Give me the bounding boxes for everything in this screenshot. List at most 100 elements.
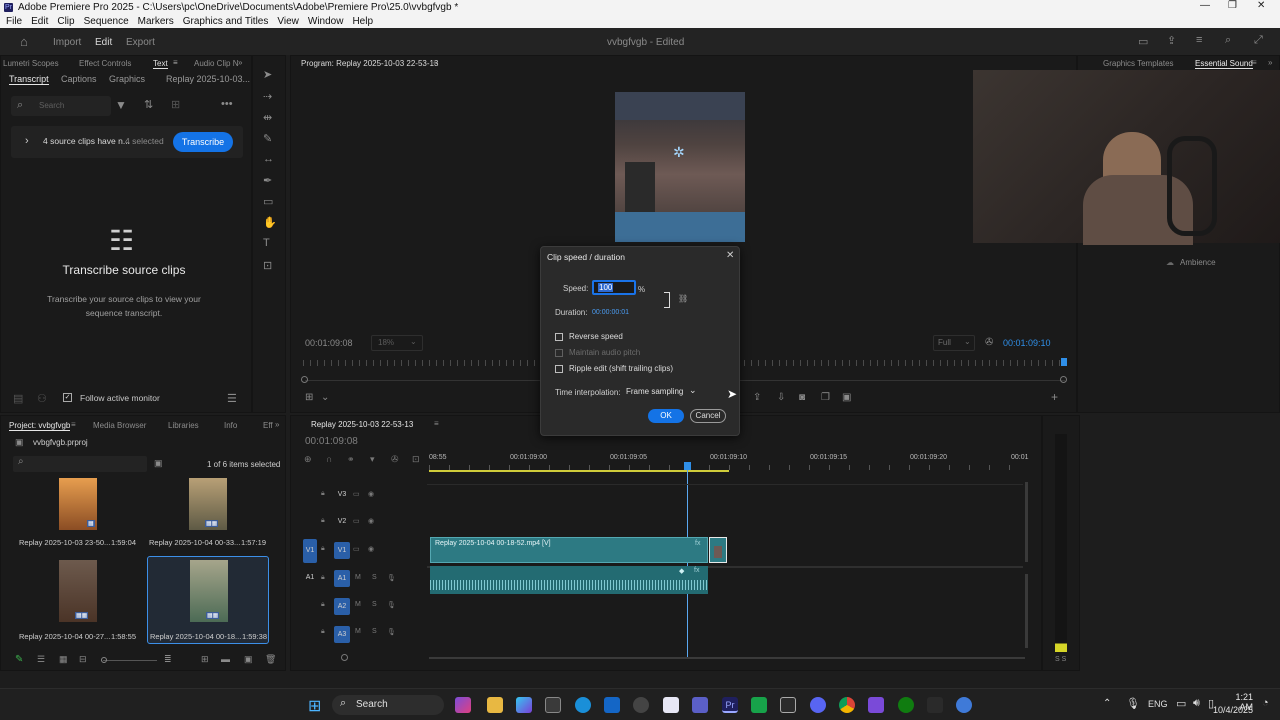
ambience-label[interactable]: Ambience	[1180, 258, 1216, 267]
tab-export[interactable]: Export	[126, 37, 155, 48]
pencil-icon[interactable]: ✎	[15, 654, 23, 665]
link-icon[interactable]: ⛓	[678, 294, 688, 303]
taskbar-search[interactable]: ⌕ Search	[332, 695, 444, 715]
solo-icon[interactable]: S	[372, 628, 377, 635]
sync-lock-icon[interactable]: ▭	[353, 545, 360, 553]
menu-view[interactable]: View	[277, 16, 299, 27]
maintain-pitch-checkbox[interactable]	[555, 348, 563, 357]
reverse-speed-checkbox[interactable]	[555, 332, 563, 341]
more-tabs-icon[interactable]: »	[275, 420, 279, 429]
lock-icon[interactable]: 🔒︎	[321, 517, 325, 525]
automate-icon[interactable]: ⊞	[201, 654, 209, 665]
follow-monitor-checkbox[interactable]: ✓	[63, 393, 72, 402]
project-item[interactable]: ▦ Replay 2025-10-03 23-50... 1:59:04	[19, 478, 137, 548]
find-icon[interactable]: ▬	[221, 654, 230, 664]
interp-select[interactable]: Frame sampling ⌄	[623, 384, 701, 399]
settings-icon[interactable]: ▣	[842, 392, 851, 403]
lock-icon[interactable]: 🔒︎	[321, 545, 325, 553]
discord-icon[interactable]	[810, 697, 826, 713]
razor-icon[interactable]: ✎	[263, 132, 272, 145]
filter-icon[interactable]: ▼	[115, 98, 127, 112]
track-a2[interactable]: A2	[334, 598, 350, 615]
slip-tool-icon[interactable]: ↔	[263, 153, 274, 165]
type-tool-icon[interactable]: T	[263, 237, 270, 249]
menu-markers[interactable]: Markers	[138, 16, 174, 27]
stack-icon[interactable]: ▤	[13, 392, 23, 405]
track-v2[interactable]: V2	[335, 516, 349, 528]
lock-icon[interactable]: 🔒︎	[321, 628, 325, 636]
hand-icon[interactable]: ✋	[263, 216, 277, 229]
rectangle-icon[interactable]: ▭	[263, 195, 273, 208]
mute-icon[interactable]: M	[355, 601, 361, 608]
zoom-bar-left-handle[interactable]	[301, 376, 308, 383]
network-icon[interactable]: ▭	[1176, 697, 1186, 710]
eye-icon[interactable]: ◉	[368, 517, 374, 525]
new-bin-icon[interactable]: ▣	[154, 458, 163, 469]
tab-edit[interactable]: Edit	[95, 37, 112, 48]
sort-icon[interactable]: ≣	[164, 654, 172, 665]
track-select-icon[interactable]: ⇢	[263, 90, 272, 103]
mic-tray-icon[interactable]: 🎙︎	[1126, 697, 1140, 710]
eye-icon[interactable]: ◉	[368, 490, 374, 498]
outlook-icon[interactable]	[604, 697, 620, 713]
ripple-edit-option[interactable]: Ripple edit (shift trailing clips)	[555, 364, 673, 373]
track-a1[interactable]: A1	[334, 570, 350, 587]
tab-libraries[interactable]: Libraries	[168, 421, 199, 430]
new-item-icon[interactable]: ▣	[244, 654, 253, 665]
lock-icon[interactable]: 🔒︎	[321, 490, 325, 498]
panel-menu-icon[interactable]: ≡	[173, 58, 178, 67]
language-indicator[interactable]: ENG	[1148, 699, 1168, 709]
lock-icon[interactable]: 🔒︎	[321, 601, 325, 609]
project-menu-icon[interactable]: ≡	[71, 420, 76, 429]
solo-icon[interactable]: S	[372, 574, 377, 581]
more-tabs-icon[interactable]: »	[238, 58, 242, 67]
xbox-icon[interactable]	[898, 697, 914, 713]
slider-handle[interactable]	[101, 657, 107, 663]
project-search-input[interactable]: ⌕	[13, 456, 147, 472]
track-a3[interactable]: A3	[334, 626, 350, 643]
more-tabs-icon[interactable]: »	[1268, 58, 1272, 67]
tab-essential-sound[interactable]: Essential Sound	[1195, 59, 1253, 69]
project-item[interactable]: ▦▦ Replay 2025-10-04 00-27... 1:58:55	[19, 560, 137, 641]
mark-in-icon[interactable]: ⊞	[305, 392, 313, 403]
subtab-captions[interactable]: Captions	[61, 74, 97, 84]
tab-effect-controls[interactable]: Effect Controls	[79, 59, 131, 68]
zoom-bar-right-handle[interactable]	[1060, 376, 1067, 383]
menu-help[interactable]: Help	[352, 16, 373, 27]
timeline-horizontal-scrollbar[interactable]	[429, 657, 1025, 659]
tab-lumetri-scopes[interactable]: Lumetri Scopes	[3, 59, 59, 68]
eye-icon[interactable]: ◉	[368, 545, 374, 553]
close-window-button[interactable]: ✕	[1257, 0, 1265, 11]
sequence-tab[interactable]: Replay 2025-10-03 22-53-13	[311, 420, 413, 429]
mic-icon[interactable]: 🎙︎	[387, 601, 396, 609]
list-view-icon[interactable]: ☰	[37, 654, 45, 665]
mic-icon[interactable]: 🎙︎	[387, 628, 396, 636]
subtab-graphics[interactable]: Graphics	[109, 74, 145, 84]
source-patch-a1[interactable]: A1	[303, 571, 317, 585]
mute-icon[interactable]: M	[355, 574, 361, 581]
copilot-icon[interactable]	[455, 697, 471, 713]
tab-media-browser[interactable]: Media Browser	[93, 421, 146, 430]
caption-icon[interactable]: ⊞	[171, 98, 180, 111]
zoom-select[interactable]: 18% ⌄	[371, 335, 423, 351]
tab-info[interactable]: Info	[224, 421, 237, 430]
tab-audio-clip-mixer[interactable]: Audio Clip N	[194, 59, 238, 68]
settings-sliders-icon[interactable]: ☰	[227, 392, 237, 405]
search-icon[interactable]: ⌕	[1225, 34, 1231, 47]
timeline-settings-icon[interactable]: ✇	[391, 454, 399, 465]
timeline-timecode[interactable]: 00:01:09:08	[305, 436, 358, 447]
restore-button[interactable]: ❐	[1228, 0, 1237, 11]
chevron-down-icon[interactable]: ⌄	[321, 392, 329, 403]
clock-date[interactable]: 10/4/2025	[1209, 705, 1253, 715]
video-clip-selected[interactable]	[709, 537, 727, 563]
playhead-handle[interactable]	[684, 462, 691, 470]
trash-icon[interactable]: 🗑	[265, 654, 276, 665]
fullscreen-icon[interactable]: ⤢	[1254, 34, 1263, 47]
menu-file[interactable]: File	[6, 16, 22, 27]
ripple-edit-checkbox[interactable]	[555, 364, 563, 373]
tab-import[interactable]: Import	[53, 37, 81, 48]
sync-lock-icon[interactable]: ▭	[353, 490, 360, 498]
add-button-icon[interactable]: +	[1051, 390, 1058, 404]
maintain-pitch-option[interactable]: Maintain audio pitch	[555, 348, 640, 357]
monitor-playhead[interactable]	[1061, 358, 1067, 366]
